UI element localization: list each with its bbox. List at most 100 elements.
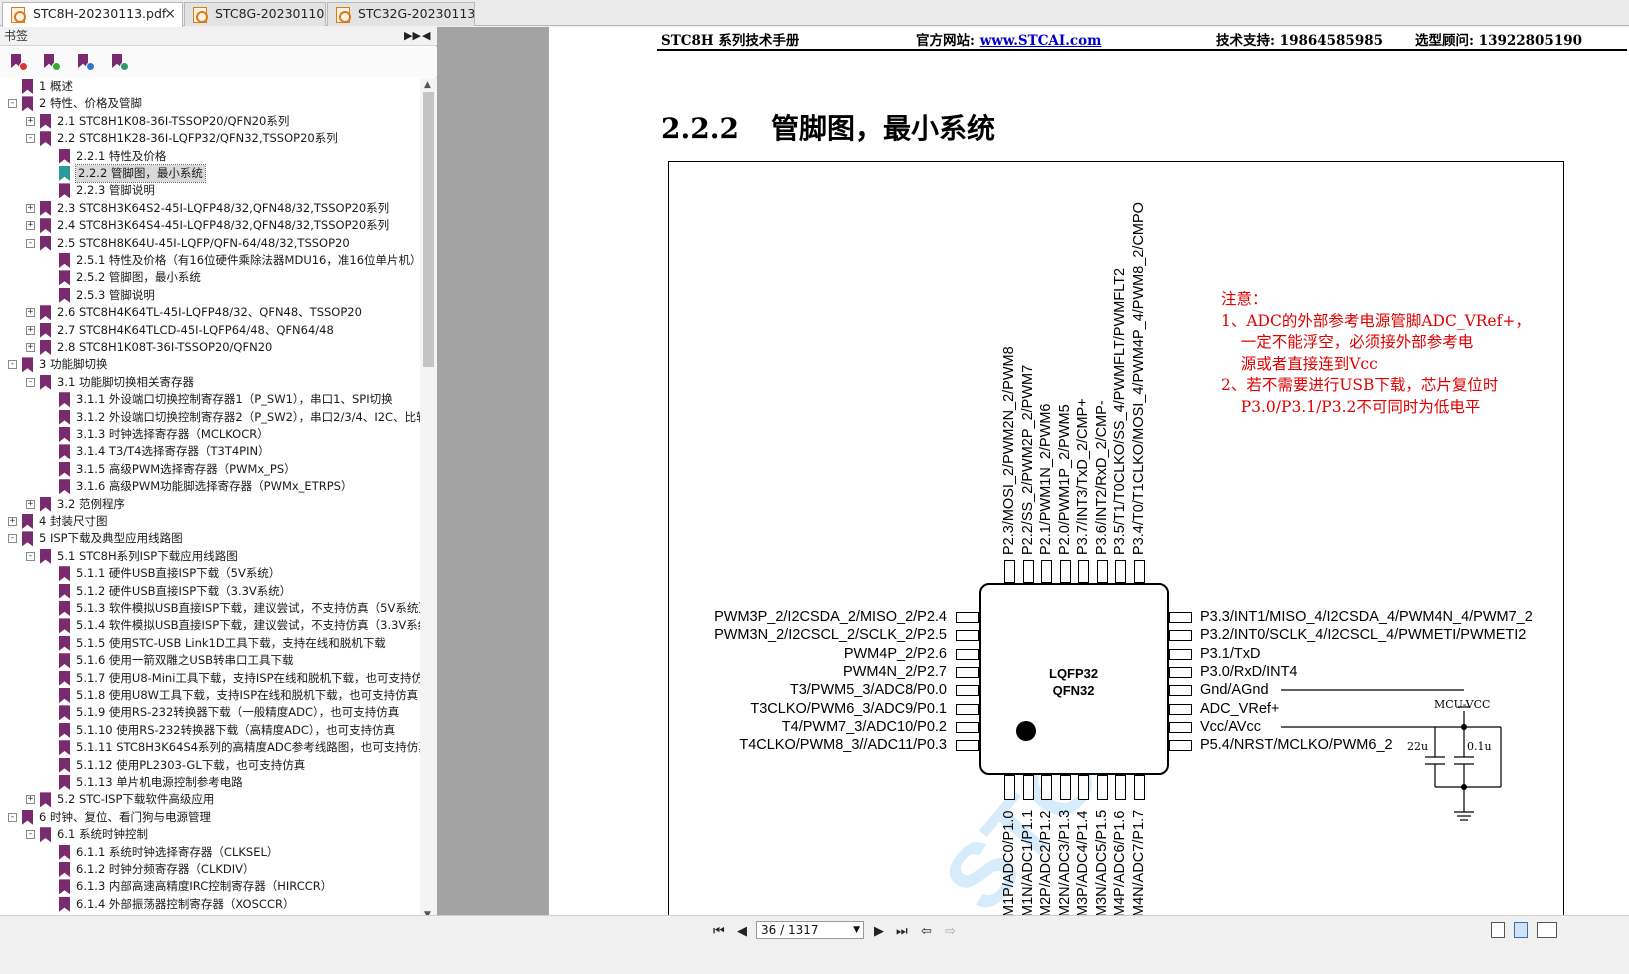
bookmark-search-icon[interactable] (111, 54, 129, 71)
previous-page-margin (437, 27, 548, 915)
chevron-down-icon[interactable]: ▼ (853, 922, 860, 938)
pin-box (1004, 560, 1015, 583)
collapse-icon[interactable]: - (26, 238, 35, 248)
bookmark-icon (59, 444, 70, 460)
single-page-view-icon[interactable] (1491, 922, 1505, 938)
prev-page-icon[interactable]: ◀ (737, 924, 747, 939)
collapse-icon[interactable]: - (26, 830, 35, 840)
bookmark-icon (59, 583, 70, 599)
forward-icon[interactable]: ⇨ (945, 924, 956, 939)
website-link[interactable]: www.STCAI.com (980, 33, 1102, 49)
note-line: 注意： (1221, 290, 1268, 308)
bookmark-icon (22, 514, 33, 529)
pin-label: PWM4P_2/P2.6 (843, 645, 947, 662)
pin-box (1059, 560, 1071, 583)
bookmark-goto-icon[interactable] (77, 54, 95, 71)
collapse-icon[interactable]: - (26, 134, 35, 144)
tab-stc8h[interactable]: STC8H-20230113.pdf × (2, 2, 183, 27)
expand-icon[interactable]: + (26, 499, 35, 509)
bookmark-label: 3.1.2 外设端口切换控制寄存器2（P_SW2），串口2/3/4、I2C、比较 (76, 409, 420, 424)
bookmark-label: 6 时钟、复位、看门狗与电源管理 (39, 809, 211, 824)
pin-label: P3.7/INT3/TxD_2/CMP+ (1075, 398, 1091, 555)
bookmarks-header: 书签 ▶▶ ◀ (0, 27, 437, 46)
expand-icon[interactable]: + (26, 795, 35, 805)
package-name-2: QFN32 (1052, 683, 1095, 698)
bookmark-label: 2.2.1 特性及价格 (76, 148, 167, 163)
pin-label: T3CLKO/PWM6_3/ADC9/P0.1 (750, 700, 947, 717)
pin-label: P2.3/MOSI_2/PWM2N_2/PWM8 (1001, 346, 1017, 555)
document-view[interactable]: STC8H 系列技术手册 官方网站: www.STCAI.com 技术支持: 1… (437, 27, 1629, 915)
note-line: 2、若不需要进行USB下载，芯片复位时 (1221, 376, 1499, 394)
expand-icon[interactable]: + (26, 308, 35, 318)
pin-label: T4/PWM7_3/ADC10/P0.2 (781, 718, 947, 735)
bookmark-icon (40, 200, 51, 216)
bookmark-icon (59, 166, 70, 181)
back-icon[interactable]: ⇦ (921, 924, 932, 939)
collapse-icon[interactable]: - (8, 99, 17, 109)
bookmark-icon (59, 635, 70, 651)
page-indicator: 36 / 1317 (761, 923, 819, 937)
expand-icon[interactable]: + (26, 116, 35, 126)
expand-icon[interactable]: + (26, 343, 35, 352)
bookmark-delete-icon[interactable] (10, 54, 28, 71)
first-page-icon[interactable]: ⏮ (713, 924, 725, 939)
bookmark-label: 3.1.4 T3/T4选择寄存器（T3T4PIN） (76, 444, 270, 459)
bookmark-icon (59, 775, 70, 790)
pin-label: P5.4/NRST/MCLKO/PWM6_2 (1200, 737, 1393, 754)
pin-box (1115, 560, 1126, 583)
bookmark-icon (59, 409, 70, 425)
pin-box (1169, 648, 1192, 660)
page-number-field[interactable]: 36 / 1317 ▼ (756, 921, 864, 939)
pdf-file-icon (193, 7, 208, 23)
bookmark-label: 5.1.4 软件模拟USB直接ISP下载，建议尝试，不支持仿真（3.3V系统 (76, 618, 420, 633)
bookmark-icon (59, 862, 70, 877)
expand-icon[interactable]: + (26, 325, 35, 335)
vertical-scrollbar[interactable]: ▲ ▼ (420, 78, 437, 924)
collapse-icon[interactable]: - (26, 377, 35, 387)
collapse-icon[interactable]: - (8, 812, 17, 822)
bookmark-icon (59, 844, 70, 860)
pin-box (1169, 721, 1192, 733)
pin-label: M3P/ADC4/P1.4 (1075, 810, 1091, 915)
pin-label: P2.2/SS_2/PWM2P_2/PWM7 (1019, 364, 1036, 555)
bookmark-label: 3.1.3 时钟选择寄存器（MCLKOCR） (76, 427, 269, 441)
pin-box (1169, 666, 1192, 678)
expand-icon[interactable]: + (26, 221, 35, 231)
continuous-view-icon[interactable] (1514, 922, 1528, 938)
pin-label: M1N/ADC1/P1.1 (1019, 809, 1036, 915)
collapse-icon[interactable]: - (8, 360, 17, 370)
scrollbar-thumb[interactable] (423, 92, 434, 367)
next-page-icon[interactable]: ▶ (874, 924, 884, 939)
bookmark-label: 2 特性、价格及管脚 (39, 96, 142, 111)
collapse-panel-icon[interactable]: ◀ (422, 27, 430, 45)
bookmark-icon (59, 601, 70, 616)
bookmark-label: 5.1.3 软件模拟USB直接ISP下载，建议尝试，不支持仿真（5V系统） (76, 601, 420, 615)
pin-label: P3.1/TxD (1200, 645, 1261, 662)
mcu-vcc-label: MCU-VCC (1434, 698, 1491, 711)
pin-box (1169, 740, 1192, 752)
collapse-icon[interactable]: - (26, 551, 35, 561)
bookmark-label: 5.2 STC-ISP下载软件高级应用 (57, 792, 215, 807)
pin-label: T3/PWM5_3/ADC8/P0.0 (789, 682, 947, 699)
pin-label: M4N/ADC7/P1.7 (1130, 809, 1147, 915)
bookmark-label: 4 封装尺寸图 (39, 514, 108, 528)
pdf-page: STC8H 系列技术手册 官方网站: www.STCAI.com 技术支持: 1… (549, 27, 1629, 915)
bookmark-icon (59, 253, 70, 268)
bookmark-add-icon[interactable] (43, 54, 61, 71)
expand-icon[interactable]: + (8, 517, 17, 526)
tab-stc32g[interactable]: STC32G-20230113.... (327, 2, 475, 26)
collapse-icon[interactable]: - (8, 534, 17, 544)
bookmark-icon (59, 148, 70, 164)
bookmark-label: 5 ISP下载及典型应用线路图 (39, 531, 183, 546)
scroll-up-icon[interactable]: ▲ (424, 80, 431, 90)
two-page-view-icon[interactable] (1537, 922, 1557, 938)
expand-icon[interactable]: + (26, 203, 35, 213)
expand-panel-icon[interactable]: ▶▶ (404, 27, 421, 45)
bookmark-icon (59, 461, 70, 477)
close-tab-icon[interactable]: × (164, 3, 176, 25)
pin-box (1022, 775, 1034, 800)
bookmark-icon (59, 896, 70, 912)
last-page-icon[interactable]: ⏭ (896, 924, 908, 939)
bookmark-tree: 1 概述 - 2 特性、价格及管脚 +2.1 STC8H1K08-36I-TSSOP2… (0, 78, 420, 924)
tab-stc8g[interactable]: STC8G-20230110.p... (184, 2, 326, 26)
